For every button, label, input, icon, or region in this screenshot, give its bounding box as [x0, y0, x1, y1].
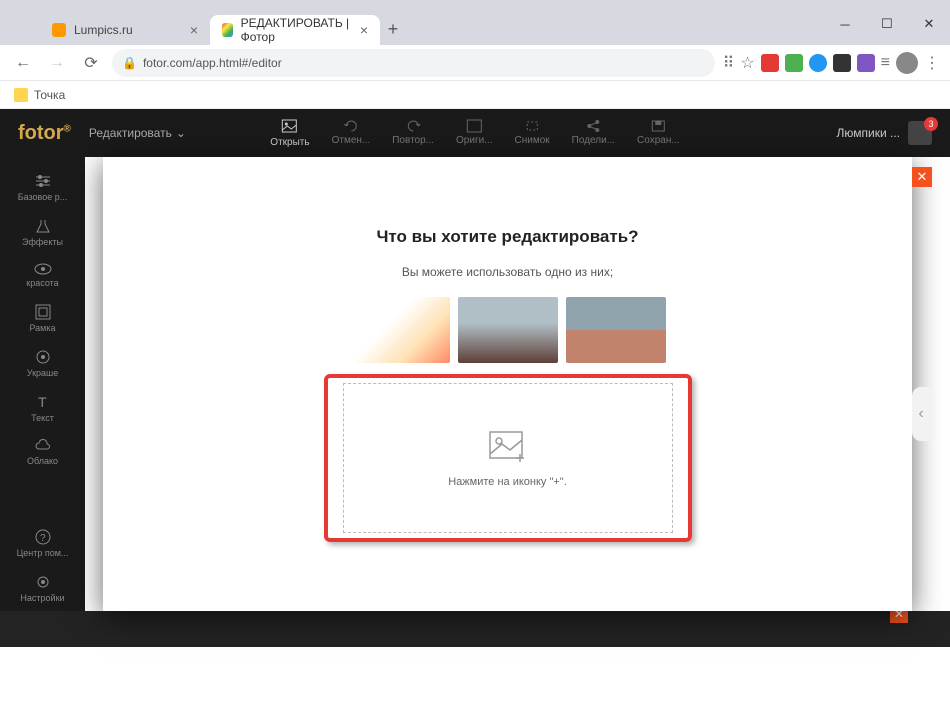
sticker-icon: [35, 349, 51, 365]
svg-text:?: ?: [40, 533, 46, 544]
chevron-down-icon: ⌄: [176, 126, 186, 140]
sample-image-3[interactable]: [566, 297, 666, 363]
sidebar-item-settings[interactable]: Настройки: [0, 566, 85, 611]
help-icon: ?: [35, 529, 51, 545]
sidebar-item-cloud[interactable]: Облако: [0, 431, 85, 474]
minimize-button[interactable]: ─: [824, 9, 866, 39]
open-image-modal: ✕ Что вы хотите редактировать? Вы можете…: [103, 157, 912, 611]
bookmarks-bar: Точка: [0, 81, 950, 109]
sidebar-item-sticker[interactable]: Украше: [0, 341, 85, 386]
extension-icon[interactable]: [809, 54, 827, 72]
undo-button[interactable]: Отмен...: [332, 119, 371, 148]
close-window-button[interactable]: ✕: [908, 9, 950, 39]
modal-subtitle: Вы можете использовать одно из них;: [143, 265, 872, 279]
url-text: fotor.com/app.html#/editor: [143, 56, 282, 70]
maximize-button[interactable]: ☐: [866, 9, 908, 39]
sample-images: [143, 297, 872, 363]
back-button[interactable]: ←: [10, 50, 36, 76]
image-icon: [466, 119, 482, 133]
browser-tabs: Lumpics.ru × РЕДАКТИРОВАТЬ | Фотор × + ─…: [0, 9, 950, 45]
username: Люмпики ...: [837, 126, 900, 140]
close-icon[interactable]: ×: [190, 22, 198, 38]
image-plus-icon: [281, 119, 299, 135]
address-bar[interactable]: 🔒 fotor.com/app.html#/editor: [112, 49, 715, 77]
sidebar-item-frame[interactable]: Рамка: [0, 296, 85, 341]
profile-avatar[interactable]: [896, 52, 918, 74]
forward-button[interactable]: →: [44, 50, 70, 76]
user-menu[interactable]: Люмпики ... 3: [837, 121, 932, 145]
bookmark-item[interactable]: Точка: [34, 88, 65, 102]
extension-icon[interactable]: [785, 54, 803, 72]
edit-dropdown[interactable]: Редактировать ⌄: [89, 126, 186, 140]
sidebar-item-help[interactable]: ?Центр пом...: [0, 521, 85, 566]
dropzone-text: Нажмите на иконку "+".: [448, 476, 567, 488]
modal-title: Что вы хотите редактировать?: [143, 227, 872, 247]
eye-icon: [34, 263, 52, 275]
snapshot-button[interactable]: Снимок: [515, 119, 550, 148]
svg-text:T: T: [38, 394, 47, 410]
sidebar-item-basic[interactable]: Базовое р...: [0, 165, 85, 210]
bottom-panel: ✕: [0, 611, 950, 647]
extension-icon[interactable]: [833, 54, 851, 72]
sidebar: Базовое р... Эффекты красота Рамка Украш…: [0, 157, 85, 611]
favicon-icon: [222, 23, 233, 37]
undo-icon: [343, 119, 359, 133]
address-bar-row: ← → ⟳ 🔒 fotor.com/app.html#/editor ⠿ ☆ ≡…: [0, 45, 950, 81]
share-button[interactable]: Подели...: [572, 119, 615, 148]
save-icon: [650, 119, 666, 133]
folder-icon: [14, 88, 28, 102]
sample-image-1[interactable]: [350, 297, 450, 363]
sidebar-item-effects[interactable]: Эффекты: [0, 210, 85, 255]
share-icon: [585, 119, 601, 133]
save-button[interactable]: Сохран...: [637, 119, 680, 148]
redo-icon: [405, 119, 421, 133]
sidebar-item-text[interactable]: TТекст: [0, 386, 85, 431]
frame-icon: [35, 304, 51, 320]
extension-icon[interactable]: [857, 54, 875, 72]
menu-icon[interactable]: ⋮: [924, 53, 940, 73]
lock-icon: 🔒: [122, 56, 137, 70]
app-header: fotor® Редактировать ⌄ Открыть Отмен... …: [0, 109, 950, 157]
sidebar-item-beauty[interactable]: красота: [0, 255, 85, 296]
open-button[interactable]: Открыть: [270, 119, 309, 148]
text-icon: T: [35, 394, 51, 410]
tab-title: РЕДАКТИРОВАТЬ | Фотор: [241, 16, 352, 44]
reload-button[interactable]: ⟳: [78, 50, 104, 76]
upload-dropzone[interactable]: Нажмите на иконку "+".: [343, 383, 673, 533]
notification-badge: 3: [924, 117, 938, 131]
translate-icon[interactable]: ⠿: [723, 53, 735, 73]
tab-fotor[interactable]: РЕДАКТИРОВАТЬ | Фотор ×: [210, 15, 380, 45]
flask-icon: [35, 218, 51, 234]
crop-icon: [524, 119, 540, 133]
image-add-icon: [486, 428, 530, 464]
favicon-icon: [52, 23, 66, 37]
fotor-logo[interactable]: fotor®: [18, 122, 71, 145]
panel-collapse-handle[interactable]: ‹: [912, 387, 930, 441]
cloud-icon: [34, 439, 52, 453]
gear-icon: [35, 574, 51, 590]
reading-list-icon[interactable]: ≡: [881, 54, 890, 72]
new-tab-button[interactable]: +: [380, 16, 406, 42]
close-icon[interactable]: ×: [360, 22, 368, 38]
redo-button[interactable]: Повтор...: [392, 119, 434, 148]
sample-image-2[interactable]: [458, 297, 558, 363]
tab-title: Lumpics.ru: [74, 23, 133, 37]
modal-close-button[interactable]: ✕: [912, 167, 932, 187]
sliders-icon: [34, 173, 52, 189]
original-button[interactable]: Ориги...: [456, 119, 493, 148]
page-footer: [0, 647, 950, 727]
tab-lumpics[interactable]: Lumpics.ru ×: [40, 15, 210, 45]
star-icon[interactable]: ☆: [740, 53, 754, 73]
extension-icon[interactable]: [761, 54, 779, 72]
